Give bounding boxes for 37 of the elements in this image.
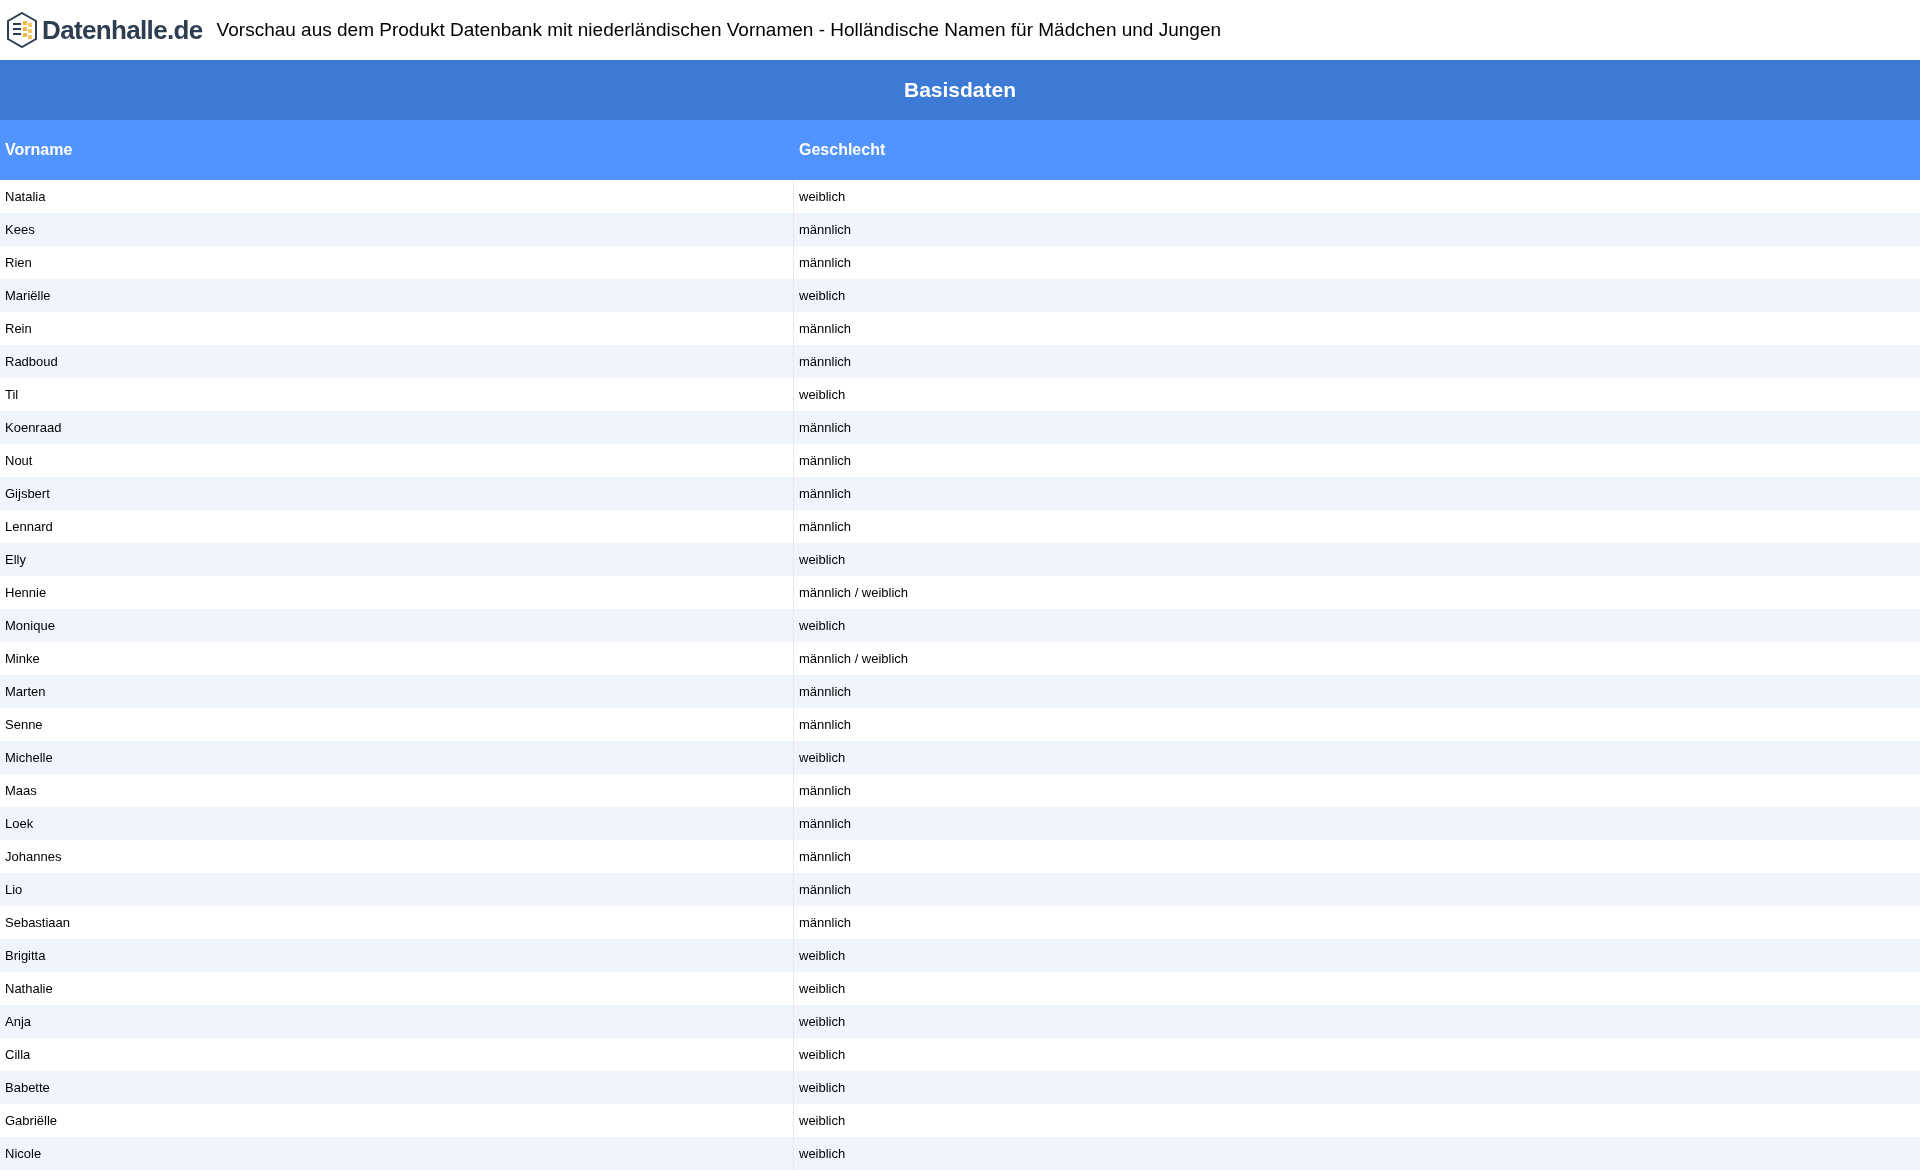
table-cell-text: männlich: [798, 352, 853, 371]
table-cell-text: weiblich: [798, 946, 847, 965]
table-cell-text: männlich / weiblich: [798, 649, 910, 668]
table-cell-text: männlich: [798, 484, 853, 503]
logo-icon: [6, 12, 38, 48]
table-cell-text: weiblich: [798, 385, 847, 404]
column-header: Vorname: [4, 140, 74, 160]
table-cell-text: männlich: [798, 319, 853, 338]
table-cell-text: weiblich: [798, 286, 847, 305]
table-cell-text: männlich: [798, 847, 853, 866]
brand-logo-text: Datenhalle.de: [42, 13, 203, 47]
table-cell-text: männlich: [798, 253, 853, 272]
page-title: Vorschau aus dem Produkt Datenbank mit niederländischen Vornamen - Holländische Namen für Mädchen und Jungen: [216, 17, 1222, 42]
table-cell-text: weiblich: [798, 979, 847, 998]
table-cell-text: männlich: [798, 913, 853, 932]
table-cell-text: männlich: [798, 418, 853, 437]
table-cell-text: weiblich: [798, 1111, 847, 1130]
table-cell-text: weiblich: [798, 550, 847, 569]
table-cell-text: weiblich: [798, 187, 847, 206]
table-cell-text: männlich: [798, 715, 853, 734]
table-cell-text: weiblich: [798, 1144, 847, 1163]
table-cell-text: männlich: [798, 451, 853, 470]
column-header: Geschlecht: [798, 140, 887, 160]
table-cell-text: weiblich: [798, 616, 847, 635]
table-cell-text: männlich / weiblich: [798, 583, 910, 602]
table-cell-text: männlich: [798, 682, 853, 701]
table-cell-text: männlich: [798, 880, 853, 899]
table-cell: Nicole: [0, 1137, 794, 1170]
table-cell-text: männlich: [798, 220, 853, 239]
table-cell-text: männlich: [798, 814, 853, 833]
table-cell-text: weiblich: [798, 1012, 847, 1031]
table-cell-text: männlich: [798, 517, 853, 536]
table-cell-text: weiblich: [798, 1078, 847, 1097]
table-cell-text: weiblich: [798, 1045, 847, 1064]
table-cell-text: weiblich: [798, 748, 847, 767]
table-caption: Basisdaten: [903, 77, 1016, 104]
table-cell-text: männlich: [798, 781, 853, 800]
